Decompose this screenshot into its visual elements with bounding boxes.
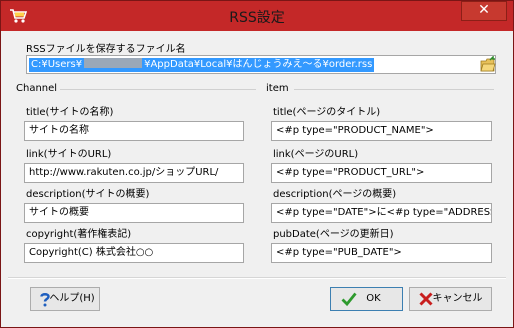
- folder-open-icon[interactable]: [480, 56, 496, 73]
- item-title-label: title(ページのタイトル): [273, 107, 381, 118]
- ok-button[interactable]: OK: [330, 287, 403, 311]
- item-description-label: description(ページの概要): [273, 189, 397, 200]
- item-pubdate-input[interactable]: <#p type="PUB_DATE">: [271, 243, 492, 263]
- item-link-label: link(ページのURL): [273, 149, 359, 160]
- file-name-label: RSSファイルを保存するファイル名: [26, 44, 186, 55]
- path-suffix: ¥AppData¥Local¥はんじょうみえ〜る¥order.rss: [144, 59, 373, 70]
- channel-link-input[interactable]: http://www.rakuten.co.jp/ショップURL/: [24, 163, 244, 183]
- channel-link-label: link(サイトのURL): [26, 149, 112, 160]
- button-separator: [8, 277, 506, 279]
- cancel-button[interactable]: キャンセル: [409, 287, 492, 311]
- cancel-button-label: キャンセル: [432, 293, 483, 304]
- channel-description-input[interactable]: サイトの概要: [24, 203, 244, 223]
- ok-button-label: OK: [366, 293, 381, 304]
- help-button-label: ヘルプ(H): [49, 293, 95, 304]
- rss-settings-dialog: RSS設定 ✕ RSSファイルを保存するファイル名 C:¥Users¥ ¥AppD…: [0, 0, 514, 328]
- channel-title-input[interactable]: サイトの名称: [24, 121, 244, 141]
- channel-group-divider: [60, 89, 256, 90]
- item-group-label: item: [266, 83, 289, 94]
- path-prefix: C:¥Users¥: [31, 59, 83, 70]
- dialog-body: RSSファイルを保存するファイル名 C:¥Users¥ ¥AppData¥Loca…: [8, 31, 506, 321]
- item-description-input[interactable]: <#p type="DATE">に<#p type="ADDRESS: [271, 203, 492, 223]
- window-title: RSS設定: [229, 10, 285, 26]
- item-group-divider: [294, 89, 494, 90]
- channel-copyright-label: copyright(著作権表記): [26, 229, 132, 240]
- channel-description-label: description(サイトの概要): [26, 189, 150, 200]
- item-link-input[interactable]: <#p type="PRODUCT_URL">: [271, 163, 492, 183]
- close-icon: ✕: [478, 2, 490, 18]
- channel-group-label: Channel: [16, 83, 58, 94]
- title-bar[interactable]: RSS設定 ✕: [1, 1, 513, 31]
- file-path-value: C:¥Users¥ ¥AppData¥Local¥はんじょうみえ〜る¥order.…: [29, 58, 375, 72]
- item-pubdate-label: pubDate(ページの更新日): [273, 229, 394, 240]
- help-button[interactable]: ヘルプ(H): [30, 287, 100, 311]
- channel-copyright-input[interactable]: Copyright(C) 株式会社○○: [24, 243, 244, 263]
- file-path-input[interactable]: C:¥Users¥ ¥AppData¥Local¥はんじょうみえ〜る¥order.…: [26, 55, 496, 74]
- item-title-input[interactable]: <#p type="PRODUCT_NAME">: [271, 121, 492, 141]
- channel-title-label: title(サイトの名称): [26, 107, 114, 118]
- masked-username: [84, 58, 143, 68]
- close-button[interactable]: ✕: [461, 1, 507, 21]
